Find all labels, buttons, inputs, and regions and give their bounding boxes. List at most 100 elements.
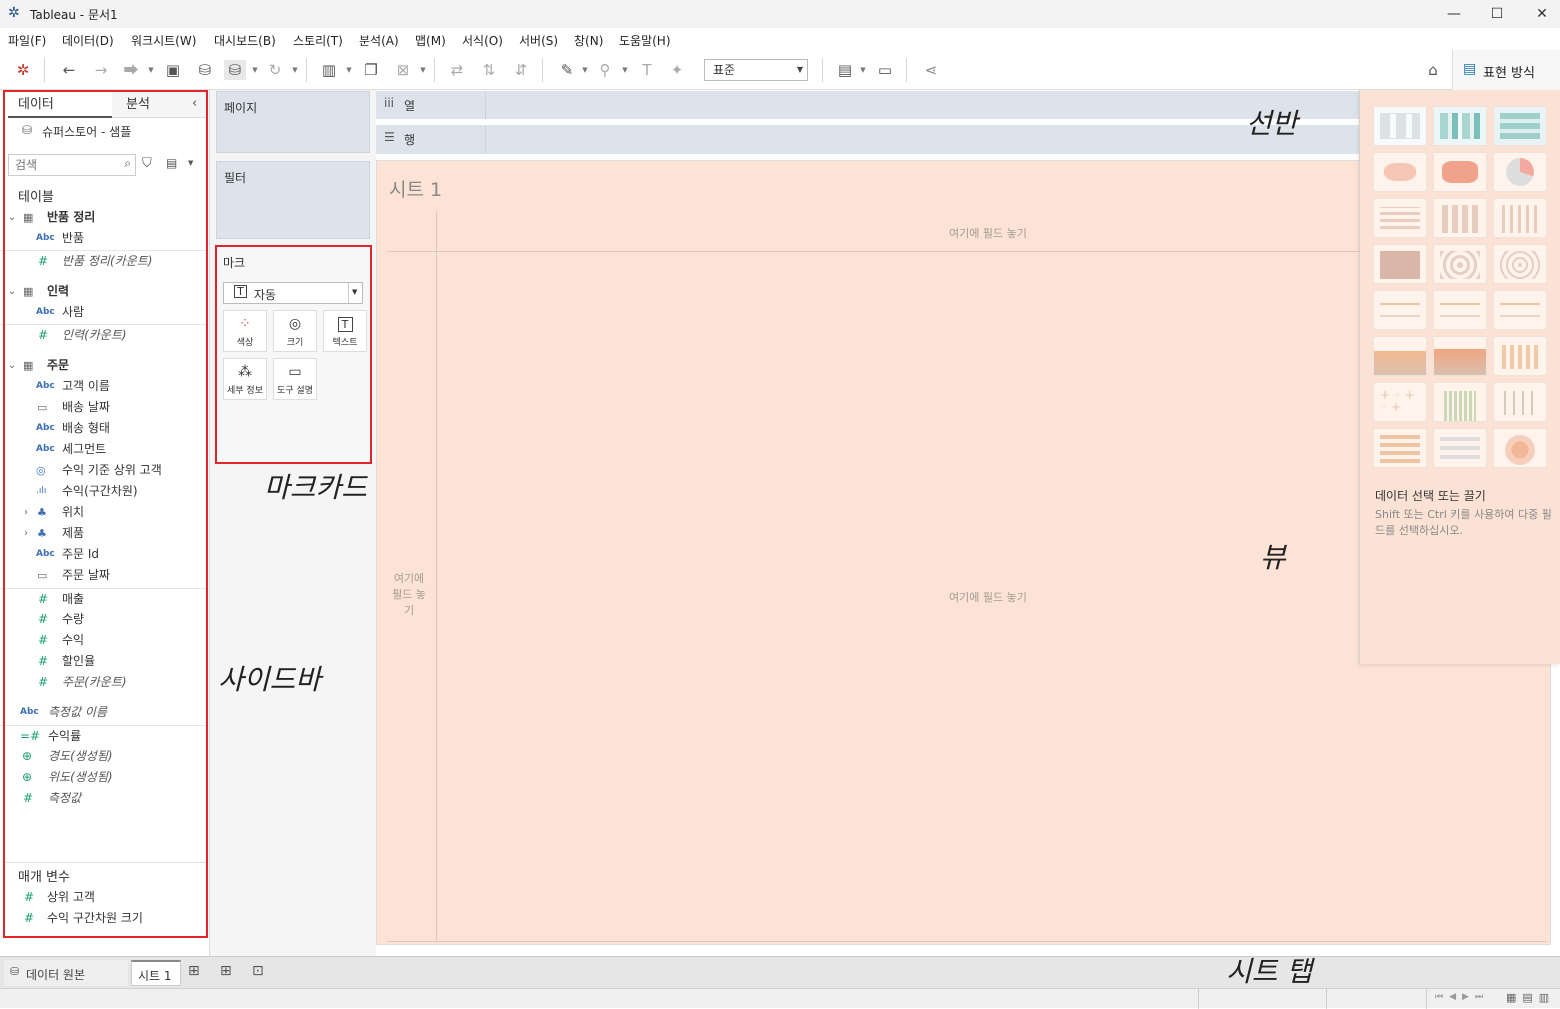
toolbar-divider: [542, 58, 543, 82]
status-bar: ⏮◀▶⏭ ▦▤▥: [0, 988, 1560, 1009]
chevron-down-icon[interactable]: ▼: [580, 60, 590, 80]
chevron-down-icon[interactable]: ▼: [858, 60, 868, 80]
body-drop-zone[interactable]: 여기에 필드 놓기: [949, 589, 1027, 605]
chart-type-line-continuous[interactable]: [1373, 290, 1427, 330]
menu-analysis[interactable]: 분석(A): [359, 32, 399, 49]
chart-type-highlight-table[interactable]: [1493, 106, 1547, 146]
side-circle-icon: [1500, 251, 1540, 279]
menu-dashboard[interactable]: 대시보드(B): [214, 32, 276, 49]
text-table-icon: [1380, 113, 1420, 139]
annotation-marks-card: 마크카드: [264, 471, 368, 504]
divider: [387, 941, 1547, 942]
filters-shelf[interactable]: 필터: [216, 161, 370, 239]
new-worksheet-icon[interactable]: ▥: [318, 60, 340, 80]
sort-descending-icon[interactable]: ⇵: [510, 60, 532, 80]
sheet-navigation-icons[interactable]: ⏮◀▶⏭: [1435, 992, 1489, 1002]
menu-story[interactable]: 스토리(T): [293, 32, 343, 49]
divider: [485, 91, 486, 120]
menu-server[interactable]: 서버(S): [519, 32, 558, 49]
stacked-bar-icon: [1442, 205, 1478, 233]
clear-sheet-icon[interactable]: ⊠: [392, 60, 414, 80]
new-story-icon[interactable]: ⊡: [252, 963, 264, 979]
chart-type-filled-map[interactable]: [1433, 152, 1487, 192]
chart-type-side-by-side-bar[interactable]: [1493, 198, 1547, 238]
chart-type-gantt[interactable]: [1373, 428, 1427, 468]
chart-type-hbar[interactable]: [1373, 198, 1427, 238]
chart-type-dual-combination[interactable]: [1493, 336, 1547, 376]
replay-icon[interactable]: ⮕: [120, 60, 142, 80]
chevron-down-icon[interactable]: ▼: [146, 60, 156, 80]
toolbar-divider: [306, 58, 307, 82]
sheet-title[interactable]: 시트 1: [389, 175, 442, 202]
chevron-down-icon[interactable]: ▼: [418, 60, 428, 80]
menu-window[interactable]: 창(N): [574, 32, 603, 49]
chart-type-dual-line[interactable]: [1493, 290, 1547, 330]
format-painter-icon[interactable]: ⌂: [1422, 60, 1444, 80]
swap-rows-columns-icon[interactable]: ⇄: [446, 60, 468, 80]
share-icon[interactable]: ⋖: [920, 60, 942, 80]
chart-type-bullet[interactable]: [1433, 428, 1487, 468]
toolbar-divider: [44, 58, 45, 82]
columns-drop-zone[interactable]: 여기에 필드 놓기: [949, 225, 1027, 241]
chart-type-area-discrete[interactable]: [1433, 336, 1487, 376]
highlight-icon[interactable]: ✎: [556, 60, 578, 80]
menu-format[interactable]: 서식(O): [462, 32, 503, 49]
sheet-view-mode-icons[interactable]: ▦▤▥: [1506, 991, 1555, 1004]
minimize-icon[interactable]: —: [1444, 4, 1464, 24]
menu-help[interactable]: 도움말(H): [619, 32, 671, 49]
chart-type-circle-view[interactable]: [1433, 244, 1487, 284]
chart-type-side-by-side-circle[interactable]: [1493, 244, 1547, 284]
chart-type-symbol-map[interactable]: [1373, 152, 1427, 192]
undo-icon[interactable]: ←: [58, 60, 80, 80]
rows-drop-zone[interactable]: 여기에 필드 놓기: [391, 571, 427, 619]
refresh-icon[interactable]: ↻: [264, 60, 286, 80]
duplicate-sheet-icon[interactable]: ❐: [360, 60, 382, 80]
pages-shelf[interactable]: 페이지: [216, 91, 370, 153]
new-dashboard-icon[interactable]: ⊞: [220, 963, 232, 979]
chevron-down-icon: ▼: [796, 65, 803, 74]
chevron-down-icon[interactable]: ▼: [250, 60, 260, 80]
maximize-icon[interactable]: ☐: [1487, 4, 1507, 24]
redo-icon[interactable]: →: [90, 60, 112, 80]
datasource-tab-label: 데이터 원본: [26, 968, 86, 982]
pin-axes-icon[interactable]: ✦: [666, 60, 688, 80]
new-worksheet-icon[interactable]: ⊞: [188, 963, 200, 979]
sort-ascending-icon[interactable]: ⇅: [478, 60, 500, 80]
chart-type-packed-bubbles[interactable]: [1493, 428, 1547, 468]
menu-data[interactable]: 데이터(D): [62, 32, 114, 49]
chevron-down-icon[interactable]: ▼: [290, 60, 300, 80]
save-icon[interactable]: ▣: [162, 60, 184, 80]
menu-worksheet[interactable]: 워크시트(W): [131, 32, 196, 49]
show-cards-icon[interactable]: ▤: [834, 60, 856, 80]
tableau-home-icon[interactable]: ✲: [12, 60, 34, 80]
marks-highlight-frame: [215, 245, 372, 464]
chart-type-pie[interactable]: [1493, 152, 1547, 192]
chart-type-scatter[interactable]: + ◦ + ◦ +: [1373, 382, 1427, 422]
show-labels-icon[interactable]: T: [636, 60, 658, 80]
chart-type-box-whisker[interactable]: [1493, 382, 1547, 422]
new-datasource-icon[interactable]: ⛁: [194, 60, 216, 80]
sheet-tab[interactable]: 시트 1: [131, 960, 181, 986]
sheet-tab-bar: ⛁ 데이터 원본 시트 1 ⊞ ⊞ ⊡: [0, 956, 1560, 988]
pause-updates-icon[interactable]: ⛁: [224, 60, 246, 80]
chart-type-text-table[interactable]: [1373, 106, 1427, 146]
chart-type-heatmap[interactable]: [1433, 106, 1487, 146]
chart-type-treemap[interactable]: [1373, 244, 1427, 284]
close-icon[interactable]: ✕: [1532, 4, 1552, 24]
chart-type-histogram[interactable]: [1433, 382, 1487, 422]
menu-map[interactable]: 맵(M): [415, 32, 446, 49]
chevron-down-icon[interactable]: ▼: [344, 60, 354, 80]
menu-file[interactable]: 파일(F): [8, 32, 46, 49]
toolbar-divider: [822, 58, 823, 82]
chevron-down-icon[interactable]: ▼: [620, 60, 630, 80]
chart-type-area-continuous[interactable]: [1373, 336, 1427, 376]
pages-label: 페이지: [224, 101, 258, 115]
chart-type-line-discrete[interactable]: [1433, 290, 1487, 330]
group-icon[interactable]: ⚲: [594, 60, 616, 80]
datasource-tab[interactable]: ⛁ 데이터 원본: [4, 960, 128, 986]
presentation-mode-icon[interactable]: ▭: [874, 60, 896, 80]
annotation-sheet-tabs: 시트 탭: [1226, 955, 1313, 988]
show-me-button[interactable]: ▤ 표현 방식: [1452, 50, 1560, 90]
chart-type-stacked-bar[interactable]: [1433, 198, 1487, 238]
view-size-select[interactable]: 표준 ▼: [704, 59, 808, 81]
